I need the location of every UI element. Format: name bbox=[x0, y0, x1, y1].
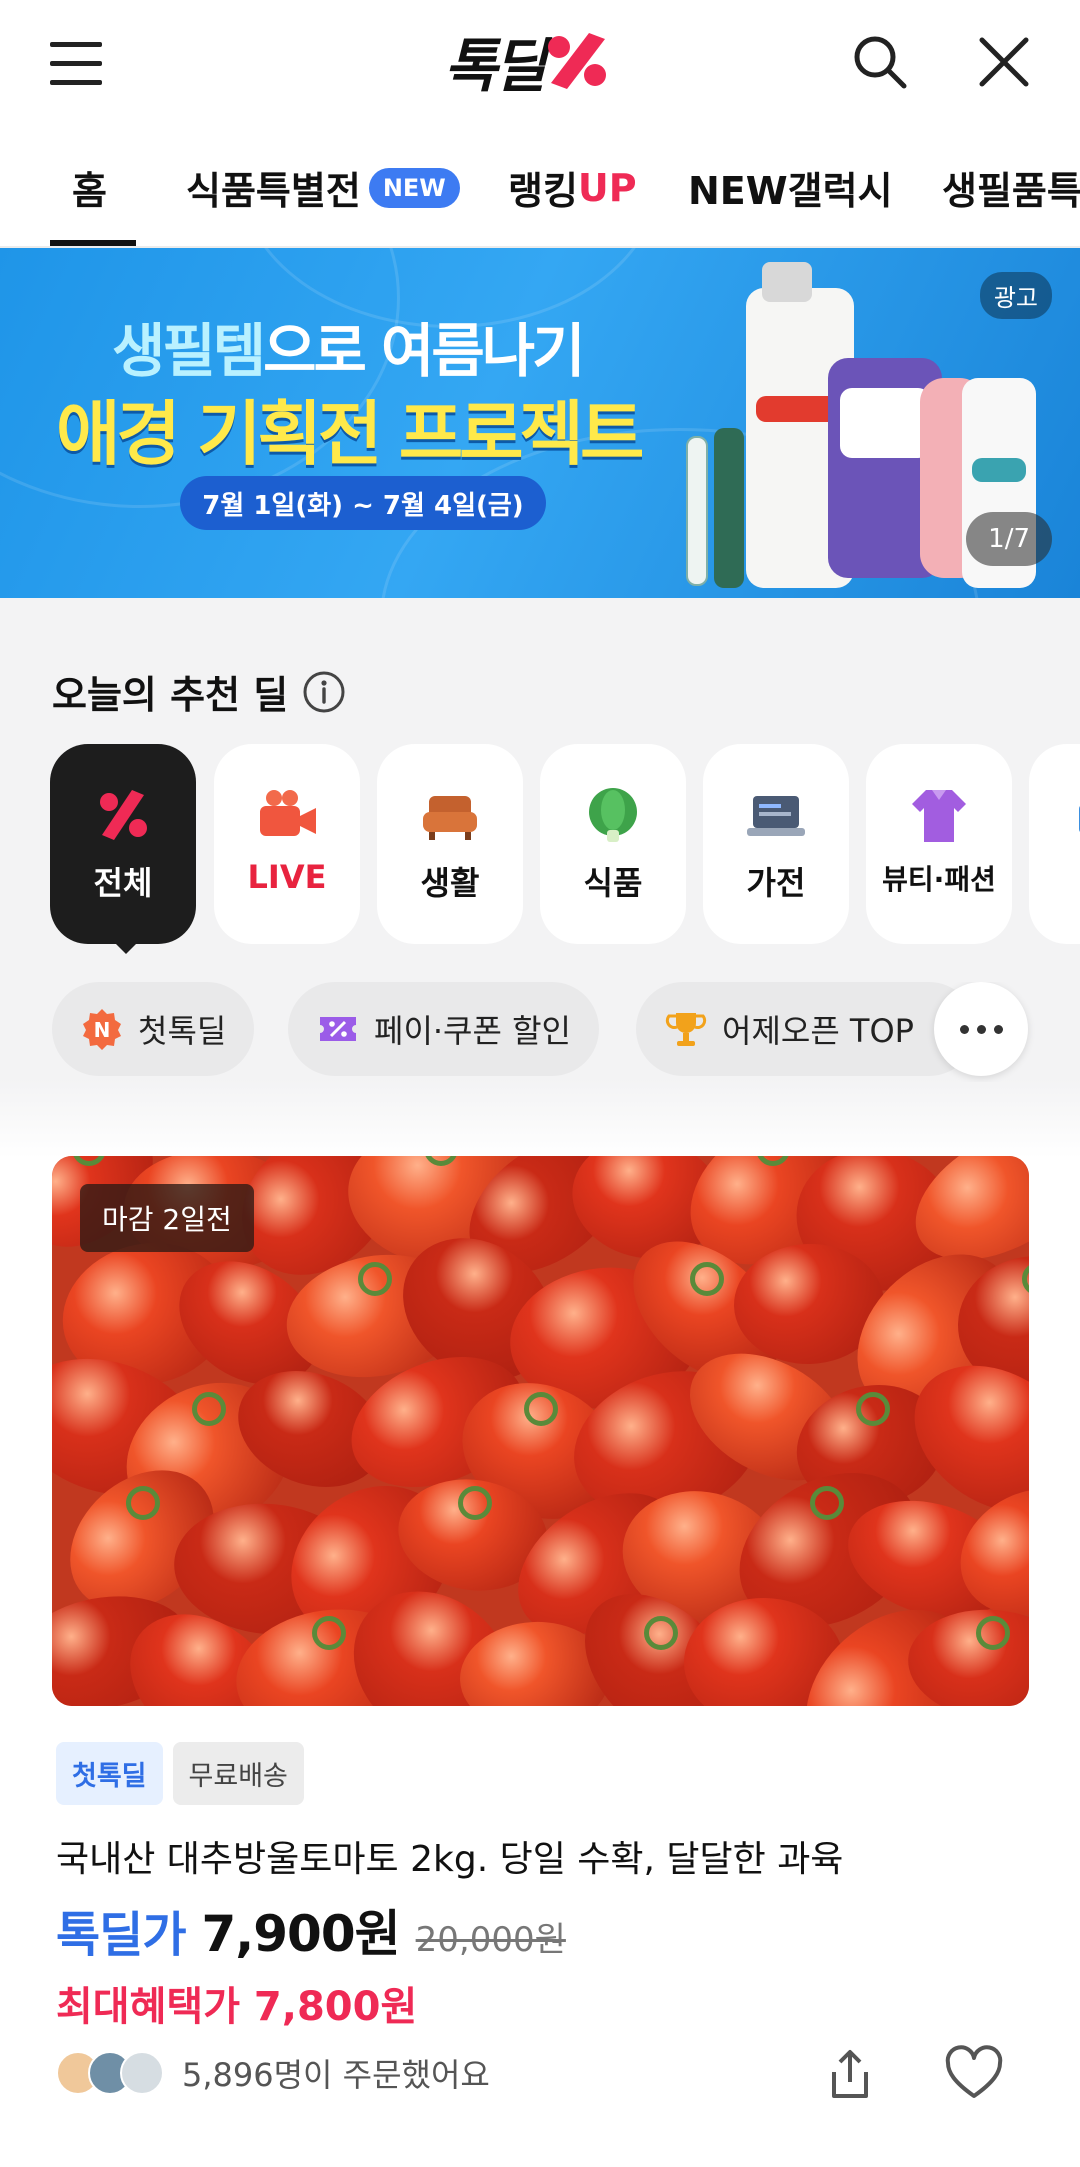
chip-first-tokdeal[interactable]: N 첫톡딜 bbox=[52, 982, 255, 1076]
chip-label: 페이·쿠폰 할인 bbox=[374, 1012, 571, 1050]
banner-headline: 생필템으로 여름나기 bbox=[112, 304, 585, 388]
category-label: LIVE bbox=[247, 858, 327, 896]
tomato-stem bbox=[644, 1616, 678, 1650]
banner-headline-highlight: 생필템 bbox=[112, 317, 266, 385]
coupon-icon bbox=[320, 1017, 356, 1041]
tomato-stem bbox=[192, 1392, 226, 1426]
category-label: 전체 bbox=[93, 864, 153, 902]
video-camera-icon bbox=[260, 790, 316, 836]
tab-label-accent: UP bbox=[577, 165, 637, 210]
filter-chips: N 첫톡딜 페이·쿠폰 할인 어제오픈 TOP bbox=[0, 982, 1080, 1082]
top-header: 톡딜 bbox=[0, 0, 1080, 128]
recommended-deals-section: 오늘의 추천 딜 전체 LIVE 생활 식품 가전 뷰티·패션 N 첫톡딜 페이… bbox=[0, 598, 1080, 2167]
price-row: 톡딜가 7,900원 20,000원 bbox=[56, 1894, 566, 1966]
tomato-stem bbox=[976, 1616, 1010, 1650]
category-label: 생활 bbox=[420, 864, 480, 902]
active-category-pointer bbox=[112, 940, 140, 954]
category-label: 가전 bbox=[746, 864, 806, 902]
section-title: 오늘의 추천 딜 bbox=[52, 664, 346, 719]
heart-icon[interactable] bbox=[944, 2044, 1004, 2104]
info-icon[interactable] bbox=[302, 670, 346, 714]
chip-label: 첫톡딜 bbox=[138, 1012, 227, 1050]
tab-food-special[interactable]: 식품특별전 NEW bbox=[186, 160, 460, 215]
tomato-stem bbox=[126, 1486, 160, 1520]
deadline-badge: 마감 2일전 bbox=[80, 1184, 254, 1252]
close-icon[interactable] bbox=[974, 32, 1034, 92]
tab-new-galaxy[interactable]: NEW갤럭시 bbox=[688, 160, 893, 215]
free-shipping-badge: 무료배송 bbox=[172, 1742, 304, 1805]
category-tabs: 홈 식품특별전 NEW 랭킹 UP NEW갤럭시 생필품특 bbox=[0, 128, 1080, 248]
new-badge: NEW bbox=[368, 167, 460, 208]
price-label: 톡딜가 bbox=[56, 1907, 186, 1963]
tomato-stem bbox=[312, 1616, 346, 1650]
category-appliance[interactable]: 가전 bbox=[703, 744, 849, 944]
tab-label: 생필품특 bbox=[942, 169, 1080, 213]
category-all[interactable]: 전체 bbox=[50, 744, 196, 944]
trophy-icon bbox=[665, 1013, 707, 1046]
banner-date: 7월 1일(화) ~ 7월 4일(금) bbox=[180, 476, 546, 530]
tomato-stem bbox=[358, 1262, 392, 1296]
product-badges: 첫톡딜 무료배송 bbox=[56, 1742, 304, 1805]
banner-page-indicator: 1/7 bbox=[966, 512, 1052, 566]
section-title-text: 오늘의 추천 딜 bbox=[52, 673, 289, 717]
category-living[interactable]: 생활 bbox=[377, 744, 523, 944]
app-logo[interactable]: 톡딜 bbox=[444, 26, 611, 100]
tomato-stem bbox=[856, 1392, 890, 1426]
promo-banner[interactable]: 생필템으로 여름나기 애경 기획전 프로젝트 7월 1일(화) ~ 7월 4일(… bbox=[0, 248, 1080, 598]
product-image[interactable]: 마감 2일전 bbox=[52, 1156, 1029, 1706]
category-label: 뷰티·패션 bbox=[882, 863, 996, 896]
deal-price: 7,900원 bbox=[201, 1905, 400, 1963]
airplane-icon bbox=[1079, 806, 1080, 832]
tomato-stem bbox=[458, 1486, 492, 1520]
category-food[interactable]: 식품 bbox=[540, 744, 686, 944]
tab-daily-necessities[interactable]: 생필품특 bbox=[942, 160, 1080, 215]
chip-yesterday-open-top[interactable]: 어제오픈 TOP bbox=[636, 982, 976, 1076]
tokdeal-percent-icon bbox=[100, 790, 147, 840]
chip-pay-coupon-discount[interactable]: 페이·쿠폰 할인 bbox=[288, 982, 599, 1076]
original-price: 20,000원 bbox=[415, 1920, 566, 1960]
n-badge-icon: N bbox=[83, 1009, 121, 1050]
category-selector: 전체 LIVE 생활 식품 가전 뷰티·패션 bbox=[0, 744, 1080, 954]
tab-label: NEW갤럭시 bbox=[688, 169, 893, 213]
first-tokdeal-badge: 첫톡딜 bbox=[56, 1742, 163, 1805]
svg-text:N: N bbox=[94, 1018, 111, 1042]
tab-home[interactable]: 홈 bbox=[72, 160, 107, 215]
more-dots-icon[interactable] bbox=[934, 982, 1028, 1076]
active-tab-indicator bbox=[50, 240, 136, 246]
buyer-count-text: 5,896명이 주문했어요 bbox=[182, 2056, 490, 2094]
category-label: 식품 bbox=[583, 864, 643, 902]
banner-subheadline: 애경 기획전 프로젝트 bbox=[56, 393, 644, 475]
logo-text: 톡딜 bbox=[444, 32, 547, 100]
sofa-icon bbox=[423, 796, 477, 840]
tomato-stem bbox=[524, 1392, 558, 1426]
ad-badge[interactable]: 광고 bbox=[979, 272, 1052, 319]
shirt-icon bbox=[912, 790, 966, 842]
laptop-icon bbox=[747, 796, 805, 836]
tab-label: 홈 bbox=[72, 169, 107, 213]
buyer-count: 5,896명이 주문했어요 bbox=[56, 2050, 490, 2096]
tomato-stem bbox=[690, 1262, 724, 1296]
max-benefit-price: 최대혜택가 7,800원 bbox=[56, 1984, 418, 2030]
category-beauty-fashion[interactable]: 뷰티·패션 bbox=[866, 744, 1012, 944]
share-icon[interactable] bbox=[820, 2044, 880, 2104]
search-icon[interactable] bbox=[850, 32, 910, 92]
product-title[interactable]: 국내산 대추방울토마토 2kg. 당일 수확, 달달한 과육 bbox=[56, 1830, 843, 1882]
tab-label: 랭킹 bbox=[508, 169, 578, 213]
cabbage-icon bbox=[589, 788, 637, 842]
category-travel[interactable]: 여행 bbox=[1029, 744, 1080, 944]
category-live[interactable]: LIVE bbox=[214, 744, 360, 944]
tab-label: 식품특별전 bbox=[186, 169, 361, 213]
tomato-stem bbox=[810, 1486, 844, 1520]
chip-label: 어제오픈 TOP bbox=[722, 1012, 914, 1050]
percent-logo-icon bbox=[547, 33, 606, 89]
avatar bbox=[120, 2051, 164, 2095]
tab-ranking-up[interactable]: 랭킹 UP bbox=[508, 160, 637, 215]
hamburger-menu-icon[interactable] bbox=[50, 40, 102, 88]
banner-headline-rest: 으로 여름나기 bbox=[263, 317, 585, 385]
